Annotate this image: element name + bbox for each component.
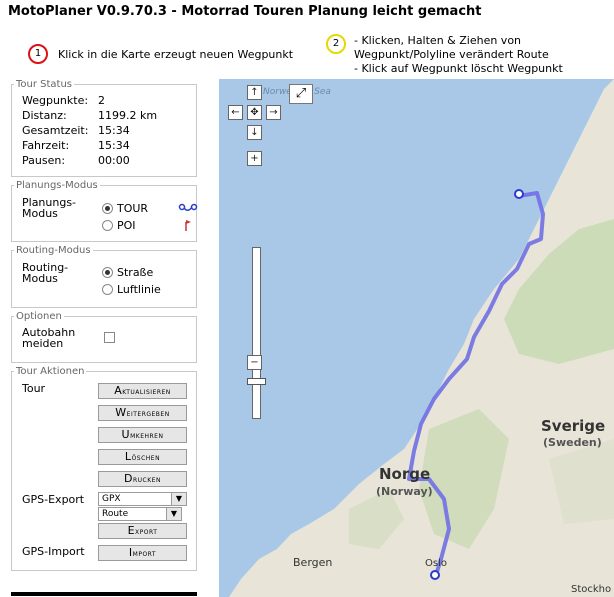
update-button[interactable]: Aktualisieren xyxy=(98,383,187,399)
divider xyxy=(11,592,197,596)
map-terrain xyxy=(229,79,614,597)
zoom-out-button[interactable]: − xyxy=(247,355,262,370)
hint-number-1: 1 xyxy=(28,44,48,64)
radio-road-button[interactable] xyxy=(102,267,113,278)
page-title: MotoPlaner V0.9.70.3 - Motorrad Touren P… xyxy=(8,4,482,19)
planning-mode-panel: Planungs-Modus Planungs- Modus TOUR POI xyxy=(11,180,198,242)
type-select[interactable]: Route ▼ xyxy=(98,507,182,521)
routing-mode-panel: Routing-Modus Routing- Modus Straße Luft… xyxy=(11,245,197,308)
waypoint-marker[interactable] xyxy=(514,189,524,199)
routing-mode-legend: Routing-Modus xyxy=(16,245,91,256)
chevron-down-icon: ▼ xyxy=(166,508,181,520)
status-row-distance: Distanz: 1199.2 km xyxy=(22,109,158,122)
tour-actions-panel: Tour Aktionen Tour Aktualisieren Weiterg… xyxy=(11,366,197,571)
status-row-waypoints: Wegpunkte: 2 xyxy=(22,94,105,107)
planning-mode-legend: Planungs-Modus xyxy=(16,180,98,191)
delete-button[interactable]: Löschen xyxy=(98,449,187,465)
hint-drag-waypoint: 2 - Klicken, Halten & Ziehen von Wegpunk… xyxy=(326,34,563,76)
radio-tour-button[interactable] xyxy=(102,202,113,214)
status-row-breaks: Pausen: 00:00 xyxy=(22,154,130,167)
map-label-stockholm: Stockho xyxy=(571,584,612,595)
map-label-bergen: Bergen xyxy=(293,556,333,569)
routing-mode-label: Routing- Modus xyxy=(22,261,69,285)
share-button[interactable]: Weitergeben xyxy=(98,405,187,421)
zoom-slider-track[interactable] xyxy=(252,247,261,419)
fullscreen-icon[interactable]: ⤢ xyxy=(289,84,313,104)
status-value-breaks: 00:00 xyxy=(98,154,130,167)
status-value-total-time: 15:34 xyxy=(98,124,130,137)
hint-text-2-line3: - Klick auf Wegpunkt löscht Wegpunkt xyxy=(354,62,563,75)
chevron-down-icon: ▼ xyxy=(171,493,186,505)
pan-center-button[interactable]: ✥ xyxy=(247,105,262,120)
zoom-in-button[interactable]: + xyxy=(247,151,262,166)
hint-number-2: 2 xyxy=(326,34,346,54)
map-label-norge: Norge xyxy=(379,465,431,483)
radio-straight-line[interactable]: Luftlinie xyxy=(102,283,161,296)
export-button[interactable]: Export xyxy=(98,523,187,539)
radio-poi[interactable]: POI xyxy=(102,218,193,232)
avoid-highway-label: Autobahn meiden xyxy=(22,326,76,350)
gps-export-label: GPS-Export xyxy=(22,493,85,506)
radio-road[interactable]: Straße xyxy=(102,266,153,279)
pan-left-button[interactable]: ← xyxy=(228,105,243,120)
map-canvas[interactable]: Norwegian Sea Sverige (Sweden) Norge (No… xyxy=(219,79,614,597)
options-legend: Optionen xyxy=(16,311,62,322)
pan-down-button[interactable]: ↓ xyxy=(247,125,262,140)
planning-mode-label: Planungs- Modus xyxy=(22,196,77,220)
tour-route-icon xyxy=(178,203,198,211)
hint-click-map: 1 Klick in die Karte erzeugt neuen Wegpu… xyxy=(28,44,293,64)
map-label-oslo: Oslo xyxy=(425,558,447,569)
avoid-highway-checkbox[interactable] xyxy=(104,332,115,343)
reverse-button[interactable]: Umkehren xyxy=(98,427,187,443)
gps-import-label: GPS-Import xyxy=(22,545,85,558)
import-button[interactable]: Import xyxy=(98,545,187,561)
tour-status-panel: Tour Status Wegpunkte: 2 Distanz: 1199.2 k… xyxy=(11,79,197,177)
hint-text-2-line2: Wegpunkt/Polyline verändert Route xyxy=(354,48,549,61)
status-value-waypoints: 2 xyxy=(98,94,105,107)
map-label-sweden: (Sweden) xyxy=(543,436,602,449)
tour-actions-legend: Tour Aktionen xyxy=(16,366,85,377)
status-row-total-time: Gesamtzeit: 15:34 xyxy=(22,124,130,137)
status-row-ride-time: Fahrzeit: 15:34 xyxy=(22,139,130,152)
radio-poi-button[interactable] xyxy=(102,219,113,231)
hint-text-1: Klick in die Karte erzeugt neuen Wegpunk… xyxy=(58,47,294,61)
radio-tour[interactable]: TOUR xyxy=(102,201,198,215)
print-button[interactable]: Drucken xyxy=(98,471,187,487)
status-value-distance: 1199.2 km xyxy=(98,109,158,122)
options-panel: Optionen Autobahn meiden xyxy=(11,311,197,363)
map-label-sverige: Sverige xyxy=(541,417,606,435)
tour-status-legend: Tour Status xyxy=(16,79,73,90)
format-select[interactable]: GPX ▼ xyxy=(98,492,187,506)
poi-pin-icon xyxy=(184,220,191,231)
pan-right-button[interactable]: → xyxy=(266,105,281,120)
pan-up-button[interactable]: ↑ xyxy=(247,85,262,100)
waypoint-marker[interactable] xyxy=(430,570,440,580)
zoom-slider-handle[interactable] xyxy=(247,378,266,385)
tour-label: Tour xyxy=(22,382,46,395)
map-label-norway: (Norway) xyxy=(376,485,433,498)
radio-straight-line-button[interactable] xyxy=(102,284,113,295)
status-value-ride-time: 15:34 xyxy=(98,139,130,152)
hint-text-2-line1: - Klicken, Halten & Ziehen von xyxy=(354,34,522,47)
